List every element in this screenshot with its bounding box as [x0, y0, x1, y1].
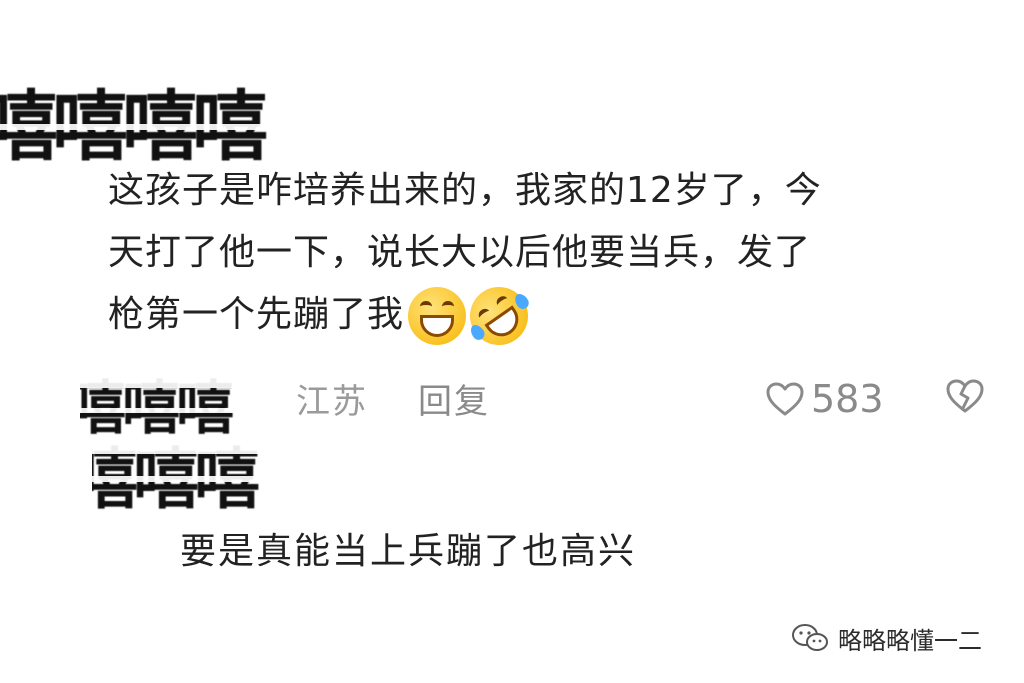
comment-line: 天打了他一下，说长大以后他要当兵，发了	[108, 232, 812, 273]
comment-body: 这孩子是咋培养出来的，我家的12岁了，今 天打了他一下，说长大以后他要当兵，发了…	[108, 160, 988, 357]
comment-line: 枪第一个先蹦了我	[108, 275, 988, 357]
wechat-icon	[792, 624, 828, 651]
comment-location: 江苏	[296, 382, 368, 422]
grinning-face-icon	[408, 287, 467, 345]
rolling-on-floor-laughing-icon	[458, 275, 540, 357]
watermark-text: 略略略懂一二	[838, 626, 982, 655]
broken-heart-icon	[946, 379, 984, 413]
dislike-button[interactable]	[945, 378, 985, 418]
like-button[interactable]: 583	[765, 374, 884, 424]
obscured-username-middle: 嘻嘻嘻	[80, 378, 290, 438]
heart-icon	[766, 382, 804, 416]
watermark: 略略略懂一二	[790, 618, 982, 658]
reply-button[interactable]: 回复	[418, 374, 490, 423]
reply-comment-body: 要是真能当上兵蹦了也高兴	[180, 531, 637, 572]
comment-line-text: 枪第一个先蹦了我	[108, 294, 405, 335]
like-count: 583	[811, 377, 884, 421]
obscured-username-reply: 嘻嘻嘻	[92, 440, 372, 520]
comment-line: 这孩子是咋培养出来的，我家的12岁了，今	[108, 170, 822, 211]
